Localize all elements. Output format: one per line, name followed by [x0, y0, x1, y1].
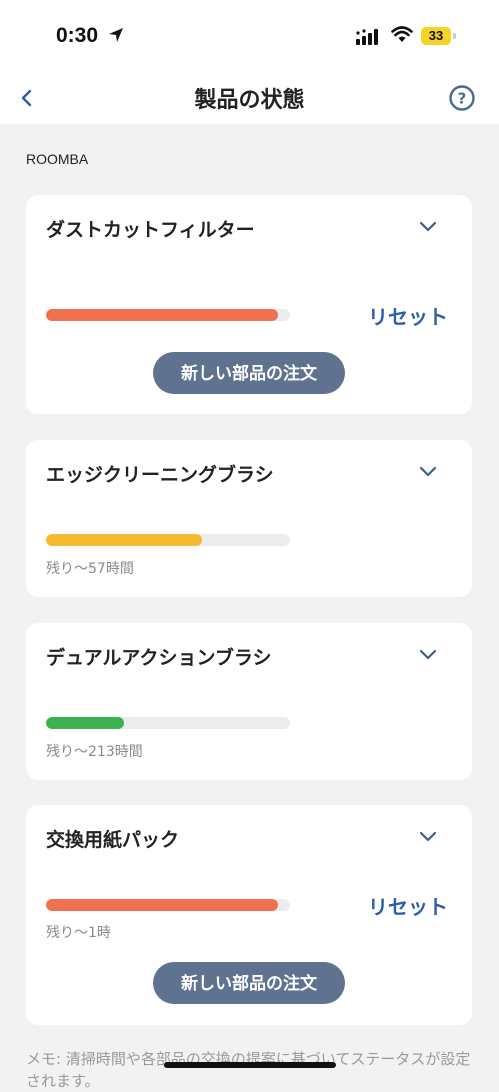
chevron-down-icon[interactable]	[416, 464, 440, 480]
page-title: 製品の状態	[194, 88, 305, 113]
chevron-down-icon[interactable]	[416, 829, 440, 845]
progress-track	[46, 717, 290, 729]
memo-text: メモ: 清掃時間や各部品の交換の提案に基づいてステータスが設定されます。	[26, 1050, 471, 1090]
question-circle-icon[interactable]: ?	[448, 84, 476, 112]
part-card-dual-brush: デュアルアクションブラシ 残り～213時間	[26, 623, 472, 780]
part-title: ダストカットフィルター	[46, 219, 255, 241]
progress-fill	[46, 717, 125, 729]
section-label: ROOMBA	[26, 151, 89, 167]
battery-icon: 33	[421, 27, 451, 45]
part-card-dust-filter: ダストカットフィルター リセット 新しい部品の注文	[26, 195, 472, 414]
remaining-time: 残り～57時間	[46, 561, 134, 577]
chevron-down-icon[interactable]	[416, 647, 440, 663]
progress-fill	[46, 309, 278, 321]
wifi-icon	[391, 26, 413, 42]
reset-link[interactable]: リセット	[368, 891, 448, 920]
progress-fill	[46, 534, 203, 546]
battery-cap	[453, 33, 456, 39]
progress-track	[46, 899, 290, 911]
chevron-down-icon[interactable]	[416, 219, 440, 235]
progress-fill	[46, 899, 278, 911]
order-part-button[interactable]: 新しい部品の注文	[153, 962, 345, 1004]
remaining-time: 残り～213時間	[46, 744, 143, 760]
remaining-time: 残り～1時	[46, 925, 111, 941]
order-part-button[interactable]: 新しい部品の注文	[153, 352, 345, 394]
part-title: デュアルアクションブラシ	[46, 647, 272, 669]
progress-track	[46, 534, 290, 546]
nav-bar: 製品の状態 ?	[0, 74, 499, 124]
part-title: 交換用紙パック	[46, 829, 180, 851]
svg-text:?: ?	[458, 90, 467, 108]
cellular-signal-icon	[356, 29, 378, 45]
part-card-paper-bag: 交換用紙パック リセット 残り～1時 新しい部品の注文	[26, 805, 472, 1025]
location-arrow-icon	[109, 28, 123, 42]
home-indicator[interactable]	[164, 1062, 336, 1068]
reset-link[interactable]: リセット	[368, 301, 448, 330]
part-card-edge-brush: エッジクリーニングブラシ 残り～57時間	[26, 440, 472, 597]
status-time: 0:30	[56, 24, 99, 47]
progress-track	[46, 309, 290, 321]
status-bar: 0:30 33	[0, 0, 499, 74]
part-title: エッジクリーニングブラシ	[46, 464, 274, 486]
